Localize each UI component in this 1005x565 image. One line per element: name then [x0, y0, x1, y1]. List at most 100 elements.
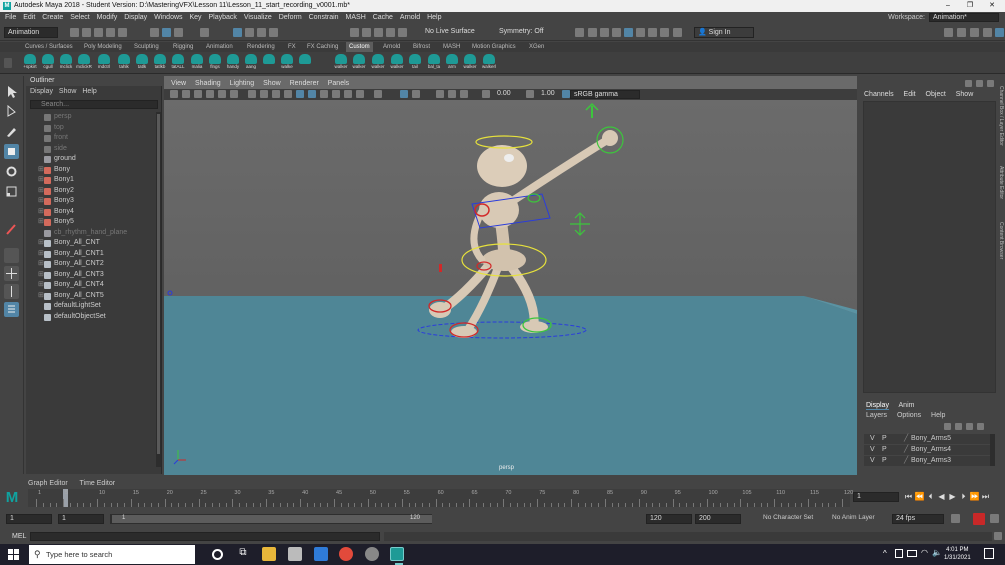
viewport-menu-shading[interactable]: Shading [195, 80, 221, 87]
menu-modify[interactable]: Modify [97, 12, 118, 24]
open-scene-icon[interactable] [82, 28, 91, 37]
loop-playback-icon[interactable] [951, 514, 960, 523]
menu-select[interactable]: Select [70, 12, 89, 24]
snap-grid-icon[interactable] [200, 28, 209, 37]
move-layer-up-icon[interactable] [944, 423, 951, 430]
layer-playback[interactable]: P [882, 445, 887, 455]
select-tool-icon[interactable] [4, 84, 19, 99]
wireframe-icon[interactable] [248, 90, 256, 98]
shelf-button-2[interactable]: cgull [40, 54, 56, 72]
character-controls-icon[interactable] [957, 28, 966, 37]
input-ops-icon[interactable] [362, 28, 371, 37]
outliner-item[interactable]: ⊞ Bony1 [26, 175, 156, 185]
outliner-menu-show[interactable]: Show [59, 88, 77, 95]
cortana-icon[interactable] [212, 549, 223, 560]
viewport-menu-lighting[interactable]: Lighting [230, 80, 255, 87]
go-to-start-icon[interactable]: ⏮ [903, 492, 914, 502]
modeling-toolkit-icon[interactable] [944, 28, 953, 37]
hud-icon[interactable] [436, 90, 444, 98]
menu-file[interactable]: File [5, 12, 16, 24]
outliner-item[interactable]: ⊞ Bony2 [26, 186, 156, 196]
textured-icon[interactable] [284, 90, 292, 98]
menu-playback[interactable]: Playback [209, 12, 237, 24]
layer-menu-help[interactable]: Help [931, 412, 945, 419]
outliner-item[interactable]: ⊞ Bony5 [26, 217, 156, 227]
outliner-item[interactable]: ⊞ Bony_All_CNT1 [26, 249, 156, 259]
viewport-menu-view[interactable]: View [171, 80, 186, 87]
playback-start-field[interactable]: 1 [58, 514, 104, 524]
menu-windows[interactable]: Windows [154, 12, 182, 24]
close-button[interactable]: ✕ [982, 0, 1002, 12]
layer-playback[interactable]: P [882, 434, 887, 444]
shelf-button-8[interactable]: tatlkb [152, 54, 168, 72]
outliner-item[interactable]: front [26, 133, 156, 143]
lighting-icon[interactable] [296, 90, 304, 98]
shelf-options-icon[interactable] [4, 58, 12, 68]
obs-icon[interactable] [365, 547, 379, 561]
layer-visibility[interactable]: V [870, 434, 875, 444]
output-ops-icon[interactable] [374, 28, 383, 37]
taskbar-clock[interactable]: 4:01 PM 1/31/2021 [944, 546, 971, 562]
shelf-tab-rigging[interactable]: Rigging [170, 42, 196, 52]
range-slider-bar-fill[interactable] [112, 515, 432, 523]
select-object-icon[interactable] [162, 28, 171, 37]
new-empty-layer-icon[interactable] [966, 423, 973, 430]
channel-box-options-icon[interactable] [965, 80, 972, 87]
channel-menu-edit[interactable]: Edit [904, 91, 916, 98]
outliner-item[interactable]: ⊞ Bony [26, 165, 156, 175]
shelf-button-14[interactable] [261, 54, 277, 72]
shelf-button-25[interactable]: walkerl [481, 54, 497, 72]
end-time-field[interactable]: 200 [695, 514, 741, 524]
layer-visibility[interactable]: V [870, 445, 875, 455]
shelf-tab-poly-modeling[interactable]: Poly Modeling [81, 42, 125, 52]
shelf-tab-fx[interactable]: FX [285, 42, 299, 52]
channel-box-toggle-icon[interactable] [995, 28, 1004, 37]
menu-visualize[interactable]: Visualize [244, 12, 272, 24]
shelf-tab-animation[interactable]: Animation [203, 42, 236, 52]
ipr-render-icon[interactable] [600, 28, 609, 37]
exposure-icon[interactable] [482, 90, 490, 98]
onedrive-icon[interactable] [895, 549, 903, 558]
shelf-button-20[interactable]: walker [389, 54, 405, 72]
view-transform-icon[interactable] [562, 90, 570, 98]
film-gate-icon[interactable] [218, 90, 226, 98]
viewport-menu-renderer[interactable]: Renderer [290, 80, 319, 87]
light-editor-icon[interactable] [636, 28, 645, 37]
arnold-render-icon[interactable] [648, 28, 657, 37]
history-icon[interactable] [350, 28, 359, 37]
move-layer-down-icon[interactable] [955, 423, 962, 430]
channel-box-refresh-icon[interactable] [987, 80, 994, 87]
shelf-button-23[interactable]: arm [444, 54, 460, 72]
menu-create[interactable]: Create [42, 12, 63, 24]
snap-surface-icon[interactable] [269, 28, 278, 37]
resolution-gate-icon[interactable] [230, 90, 238, 98]
image-plane-icon[interactable] [194, 90, 202, 98]
file-explorer-icon[interactable] [262, 547, 276, 561]
outliner-item[interactable]: top [26, 123, 156, 133]
shelf-tab-rendering[interactable]: Rendering [244, 42, 278, 52]
shelf-button-18[interactable]: walker [351, 54, 367, 72]
expand-toggle-icon[interactable]: ⊞ [38, 186, 44, 196]
channel-menu-channels[interactable]: Channels [864, 91, 894, 98]
shelf-button-15[interactable]: walke [279, 54, 295, 72]
task-view-icon[interactable]: ⧉ [236, 547, 250, 561]
anim-layer-dropdown[interactable]: No Anim Layer [832, 514, 875, 521]
outliner-item[interactable]: defaultObjectSet [26, 312, 156, 322]
gamma-toggle-icon[interactable] [448, 90, 456, 98]
shelf-button-16[interactable] [297, 54, 313, 72]
mel-label[interactable]: MEL [12, 530, 26, 543]
graph-editor-tab[interactable]: Graph Editor [28, 480, 68, 487]
shelf-button-12[interactable]: handy [225, 54, 241, 72]
auto-key-icon[interactable] [973, 513, 985, 525]
workspace-dropdown[interactable]: Animation* [929, 13, 999, 22]
play-backward-icon[interactable]: ◀ [936, 492, 947, 501]
outliner-scroll-thumb[interactable] [157, 114, 160, 454]
expand-toggle-icon[interactable]: ⊞ [38, 238, 44, 248]
outliner-layout-icon[interactable] [4, 302, 19, 317]
layer-visibility[interactable]: V [870, 456, 875, 466]
ipr-stop-icon[interactable] [673, 28, 682, 37]
shelf-button-22[interactable]: bal_ta [426, 54, 442, 72]
live-surface-field[interactable]: No Live Surface [422, 27, 484, 38]
shelf-button-10[interactable]: malia [189, 54, 205, 72]
maya-taskbar-icon[interactable] [390, 547, 404, 561]
